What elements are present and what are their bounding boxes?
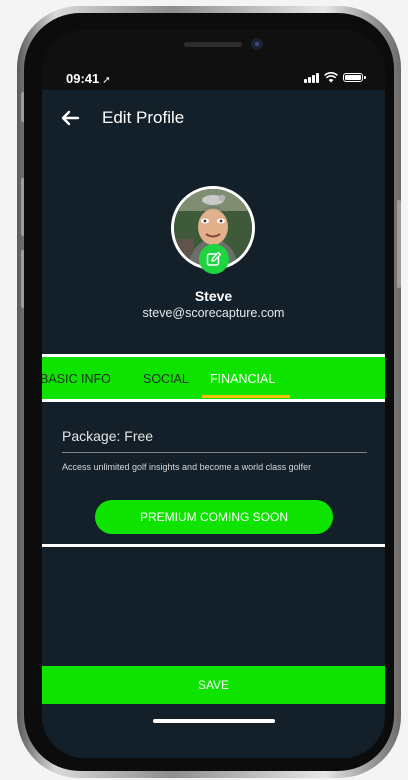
app-header: Edit Profile [42, 94, 385, 144]
status-bar: 09:41 ➚ [42, 66, 385, 90]
arrow-left-icon[interactable] [58, 106, 82, 130]
save-button[interactable]: SAVE [42, 666, 385, 704]
speaker [184, 42, 242, 47]
battery-icon [343, 73, 366, 82]
section-divider [42, 544, 385, 547]
edit-avatar-button[interactable] [199, 244, 229, 274]
page-title: Edit Profile [102, 108, 185, 127]
tab-social[interactable]: SOCIAL [143, 372, 189, 386]
package-label: Package: Free [62, 428, 154, 444]
signal-bars-icon [304, 72, 319, 83]
profile-email: steve@scorecapture.com [142, 306, 285, 320]
package-divider [62, 452, 367, 453]
status-icons [304, 72, 366, 83]
location-arrow-icon: ➚ [102, 75, 111, 86]
active-tab-indicator [202, 395, 290, 398]
profile-name: Steve [194, 288, 233, 304]
tab-financial[interactable]: FINANCIAL [210, 372, 275, 386]
status-time: 09:41 ➚ [66, 71, 111, 86]
wifi-icon [324, 72, 338, 83]
tab-basic-info[interactable]: BASIC INFO [42, 372, 111, 386]
front-camera [251, 38, 263, 50]
pencil-square-icon [206, 251, 222, 266]
app-screen: 09:41 ➚ Edit Profile Steve steve@scoreca… [42, 30, 385, 758]
home-indicator[interactable] [153, 719, 275, 723]
phone-power-button [397, 200, 401, 288]
premium-coming-soon-button[interactable]: PREMIUM COMING SOON [95, 500, 333, 534]
package-description: Access unlimited golf insights and becom… [62, 462, 312, 472]
profile-tabs: BASIC INFO SOCIAL FINANCIAL [42, 357, 385, 399]
